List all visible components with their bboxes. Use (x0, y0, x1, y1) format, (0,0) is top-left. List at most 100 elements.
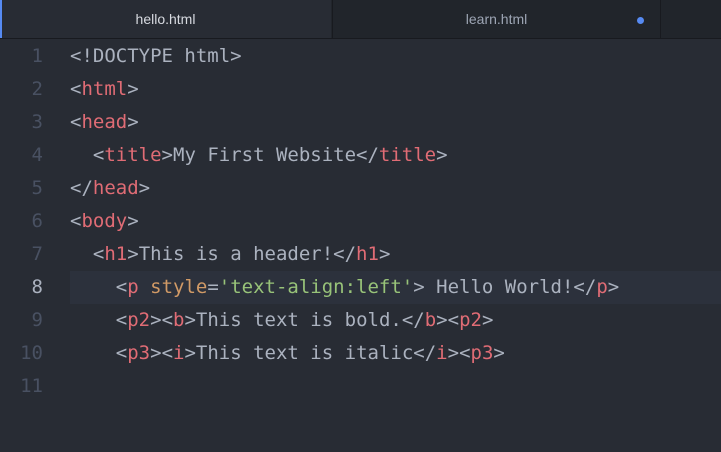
code-token: html (81, 78, 128, 100)
code-token: i (436, 342, 448, 364)
line-number: 6 (31, 210, 43, 232)
line-number: 2 (31, 78, 43, 100)
code-token: title (378, 144, 437, 166)
code-token: > (436, 144, 448, 166)
line-number: 3 (31, 111, 43, 133)
code-token: < (447, 309, 460, 331)
line-content: <h1>This is a header!</h1> (70, 238, 391, 271)
code-token: </ (70, 177, 93, 199)
code-token: > (378, 243, 391, 265)
code-line[interactable]: 1 <!DOCTYPE html> (0, 40, 721, 73)
line-content: <body> (70, 205, 139, 238)
code-token: h1 (356, 243, 379, 265)
code-line[interactable]: 3 <head> (0, 106, 721, 139)
code-token: p2 (127, 309, 151, 331)
line-number: 5 (31, 177, 43, 199)
code-line[interactable]: 7 <h1>This is a header!</h1> (0, 238, 721, 271)
code-token: p (596, 276, 608, 298)
code-area[interactable]: 1 <!DOCTYPE html> 2 <html> 3 <head> 4 <title>M… (0, 39, 721, 452)
code-token: b (173, 309, 185, 331)
code-token: This text is bold. (195, 309, 402, 331)
code-token: b (424, 309, 437, 331)
code-line[interactable]: 10 <p3><i>This text is italic</i><p3> (0, 337, 721, 370)
line-number: 10 (20, 342, 43, 364)
line-content: <head> (70, 106, 139, 139)
code-token: > (138, 177, 151, 199)
code-line[interactable]: 11 (0, 370, 721, 403)
line-number: 9 (31, 309, 43, 331)
code-token: > (150, 309, 162, 331)
code-token: < (92, 243, 105, 265)
line-content: <p3><i>This text is italic</i><p3> (70, 337, 505, 370)
code-token: p2 (459, 309, 482, 331)
code-token: > (150, 342, 162, 364)
code-token: title (104, 144, 162, 166)
line-number: 8 (31, 276, 43, 298)
code-token: > (481, 309, 494, 331)
code-token: = (207, 276, 219, 298)
code-line[interactable]: 6 <body> (0, 205, 721, 238)
code-token: body (81, 210, 128, 232)
code-line[interactable]: 5 </head> (0, 172, 721, 205)
code-token: </ (401, 309, 425, 331)
code-token: < (70, 210, 82, 232)
code-token: This is a header! (138, 243, 334, 265)
line-number: 7 (31, 243, 43, 265)
line-number: 11 (20, 375, 43, 397)
code-token: > (436, 309, 448, 331)
tab-hello-html[interactable]: hello.html (0, 0, 331, 38)
code-line[interactable]: 4 <title>My First Website</title> (0, 139, 721, 172)
code-token: > (184, 309, 196, 331)
modified-indicator-icon (637, 17, 644, 24)
line-content: <title>My First Website</title> (70, 139, 448, 172)
code-token: h1 (104, 243, 128, 265)
code-line[interactable]: 2 <html> (0, 73, 721, 106)
code-token: p3 (470, 342, 494, 364)
code-token: <!DOCTYPE html> (70, 45, 242, 67)
code-token: > (127, 111, 139, 133)
code-token: > (161, 144, 173, 166)
code-token: p (127, 276, 139, 298)
code-token: This text is italic (195, 342, 414, 364)
code-token: > (607, 276, 620, 298)
code-token: > (447, 342, 460, 364)
line-content: <p style='text-align:left'> Hello World!… (70, 271, 619, 304)
code-editor: hello.html learn.html 1 <!DOCTYPE html> 2 <… (0, 0, 721, 452)
code-token: < (70, 78, 82, 100)
code-token: Hello World! (424, 276, 574, 298)
code-token: My First Website (173, 144, 357, 166)
code-token: < (115, 342, 128, 364)
code-line[interactable]: 9 <p2><b>This text is bold.</b><p2> (0, 304, 721, 337)
code-token: < (161, 309, 174, 331)
code-token: > (413, 276, 425, 298)
code-line[interactable]: 8 <p style='text-align:left'> Hello Worl… (0, 271, 721, 304)
line-content: </head> (70, 172, 150, 205)
tab-label: hello.html (135, 11, 196, 27)
code-token: head (81, 111, 128, 133)
code-token: style (150, 276, 208, 298)
code-token: </ (333, 243, 357, 265)
code-token: > (127, 210, 139, 232)
code-token: < (115, 276, 128, 298)
code-token: < (92, 144, 105, 166)
tab-bar: hello.html learn.html (0, 0, 721, 39)
code-token: </ (573, 276, 597, 298)
code-token: < (161, 342, 174, 364)
line-content: <!DOCTYPE html> (70, 40, 242, 73)
code-token: < (70, 111, 82, 133)
code-token: </ (356, 144, 379, 166)
tab-learn-html[interactable]: learn.html (332, 0, 661, 38)
code-token: < (115, 309, 128, 331)
code-token: > (493, 342, 505, 364)
line-number: 4 (31, 144, 43, 166)
code-token: head (92, 177, 139, 199)
code-token: > (184, 342, 196, 364)
code-token: </ (413, 342, 437, 364)
code-token: 'text-align:left' (218, 276, 414, 298)
